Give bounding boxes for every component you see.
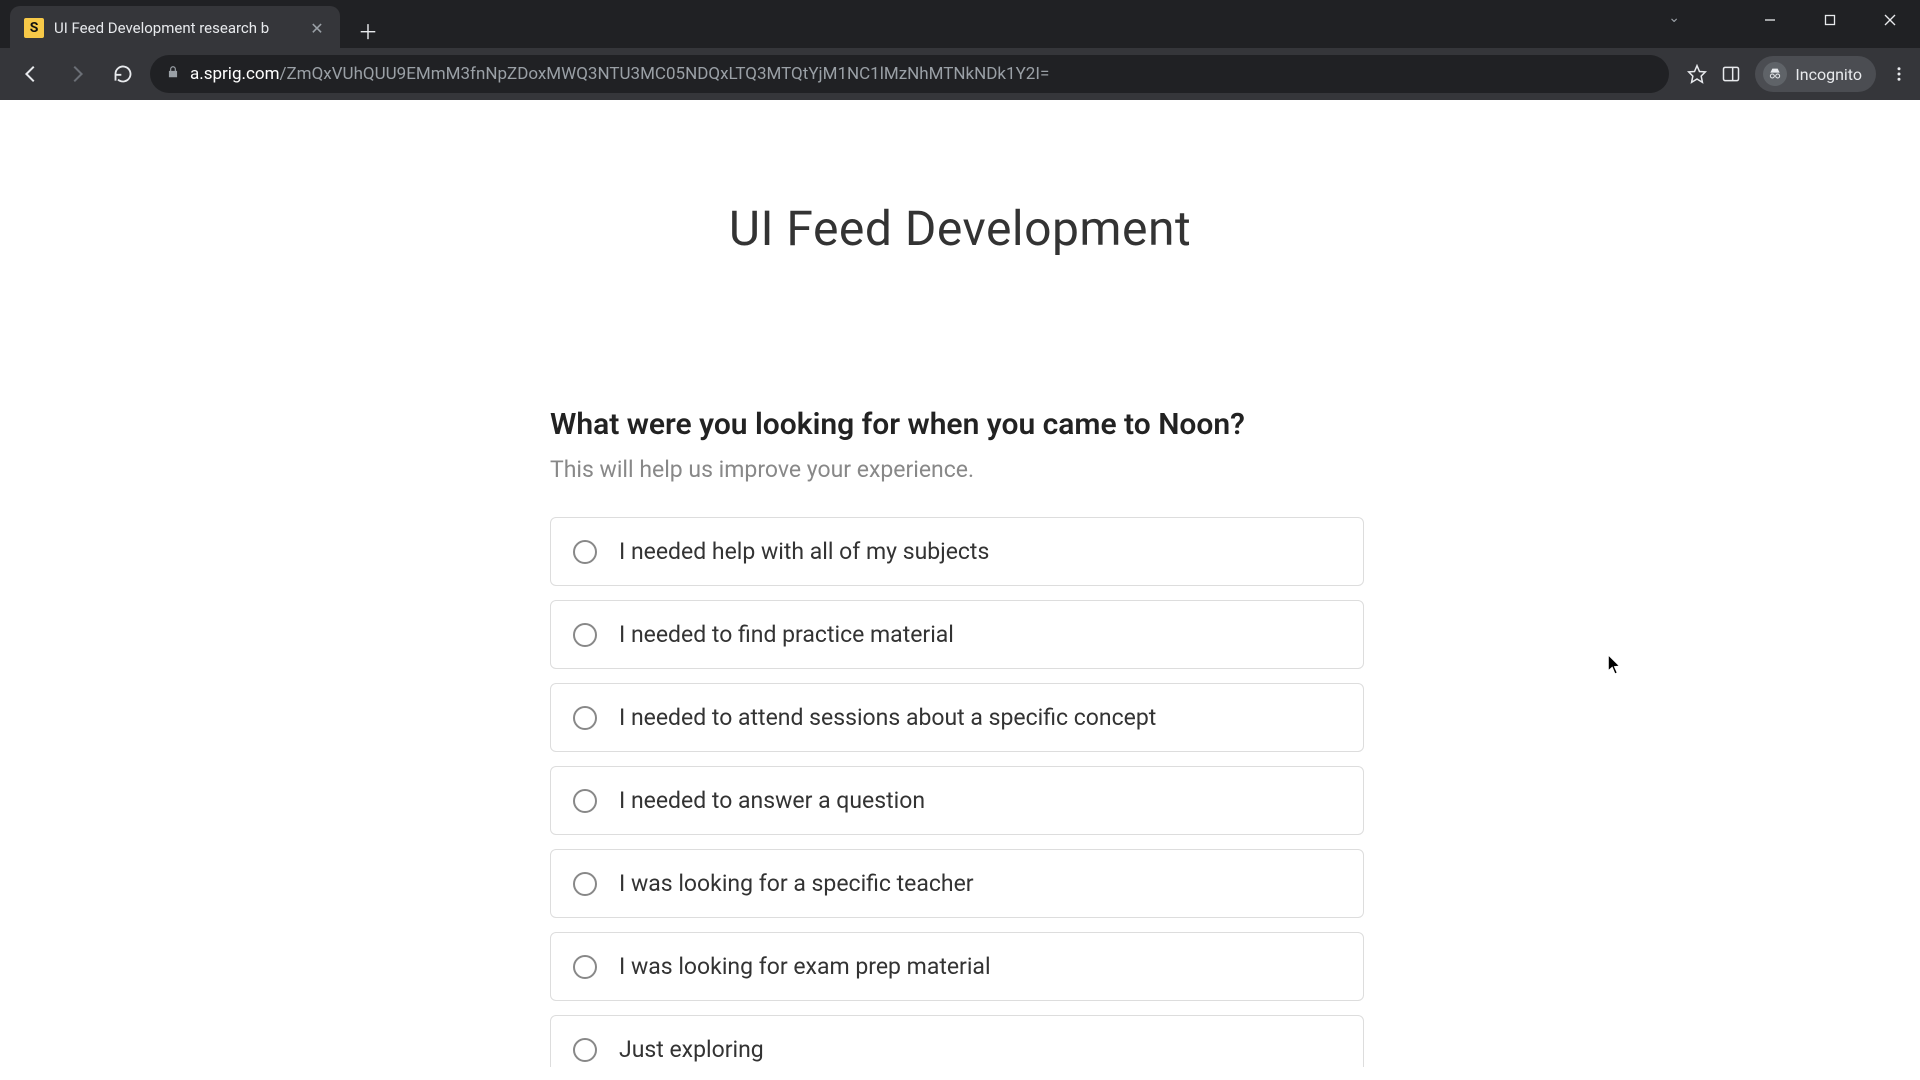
option-label: I needed to answer a question [619, 787, 925, 814]
browser-address-bar: a.sprig.com/ZmQxVUhQUU9EMmM3fnNpZDoxMWQ3… [0, 48, 1920, 100]
radio-icon[interactable] [573, 1038, 597, 1062]
close-window-button[interactable] [1860, 0, 1920, 40]
bookmark-icon[interactable] [1687, 64, 1707, 84]
side-panel-icon[interactable] [1721, 64, 1741, 84]
new-tab-button[interactable]: ＋ [358, 16, 378, 45]
url-text: a.sprig.com/ZmQxVUhQUU9EMmM3fnNpZDoxMWQ3… [190, 64, 1049, 84]
tabs-dropdown-icon[interactable]: ⌄ [1668, 10, 1680, 26]
tab-title: UI Feed Development research b [54, 19, 298, 37]
url-input[interactable]: a.sprig.com/ZmQxVUhQUU9EMmM3fnNpZDoxMWQ3… [150, 55, 1669, 93]
browser-tab[interactable]: S UI Feed Development research b ✕ [10, 6, 340, 50]
incognito-badge[interactable]: Incognito [1755, 56, 1876, 92]
radio-icon[interactable] [573, 789, 597, 813]
incognito-icon [1763, 62, 1787, 86]
survey-option[interactable]: I needed to answer a question [550, 766, 1364, 835]
close-tab-icon[interactable]: ✕ [308, 19, 326, 37]
survey-option[interactable]: I needed to attend sessions about a spec… [550, 683, 1364, 752]
radio-icon[interactable] [573, 955, 597, 979]
reload-button[interactable] [104, 55, 142, 93]
tab-favicon: S [24, 18, 44, 38]
minimize-button[interactable] [1740, 0, 1800, 40]
option-label: I needed help with all of my subjects [619, 538, 989, 565]
option-label: I was looking for a specific teacher [619, 870, 974, 897]
page-title: UI Feed Development [729, 200, 1191, 257]
survey-question: What were you looking for when you came … [550, 407, 1364, 442]
option-label: I was looking for exam prep material [619, 953, 991, 980]
survey-option[interactable]: I was looking for a specific teacher [550, 849, 1364, 918]
page-scroll-area[interactable]: UI Feed Development What were you lookin… [0, 100, 1920, 1080]
survey-subtext: This will help us improve your experienc… [550, 456, 1364, 483]
browser-menu-icon[interactable] [1890, 65, 1908, 83]
option-label: Just exploring [619, 1036, 764, 1063]
forward-button[interactable] [58, 55, 96, 93]
survey-option[interactable]: Just exploring [550, 1015, 1364, 1067]
survey-option[interactable]: I was looking for exam prep material [550, 932, 1364, 1001]
survey-option[interactable]: I needed to find practice material [550, 600, 1364, 669]
maximize-button[interactable] [1800, 0, 1860, 40]
incognito-label: Incognito [1795, 65, 1862, 84]
option-label: I needed to attend sessions about a spec… [619, 704, 1156, 731]
survey-option[interactable]: I needed help with all of my subjects [550, 517, 1364, 586]
page-viewport: UI Feed Development What were you lookin… [0, 100, 1920, 1080]
back-button[interactable] [12, 55, 50, 93]
option-label: I needed to find practice material [619, 621, 954, 648]
lock-icon [166, 65, 180, 83]
radio-icon[interactable] [573, 540, 597, 564]
window-controls [1740, 0, 1920, 40]
browser-titlebar: S UI Feed Development research b ✕ ＋ ⌄ [0, 0, 1920, 48]
radio-icon[interactable] [573, 623, 597, 647]
radio-icon[interactable] [573, 872, 597, 896]
radio-icon[interactable] [573, 706, 597, 730]
survey-frame: What were you looking for when you came … [550, 407, 1370, 1067]
survey-scroll-area[interactable]: What were you looking for when you came … [550, 407, 1370, 1067]
